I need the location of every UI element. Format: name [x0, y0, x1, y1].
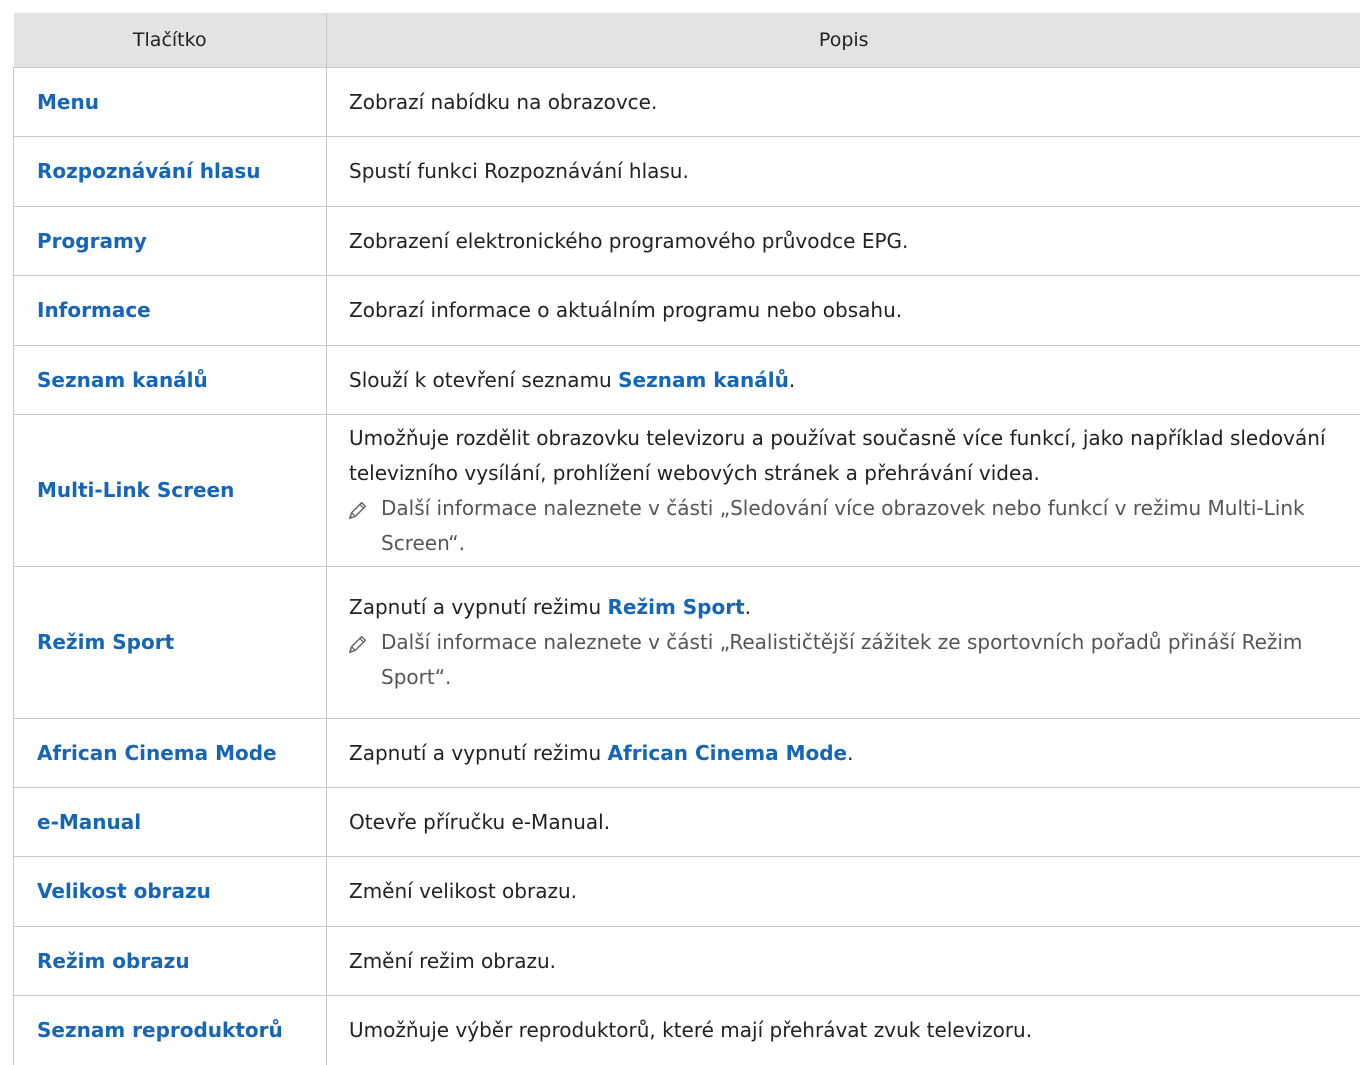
description-main: Umožňuje rozdělit obrazovku televizoru a… — [349, 426, 1326, 485]
table-row: Režim SportZapnutí a vypnutí režimu Reži… — [14, 567, 1360, 719]
button-name[interactable]: e-Manual — [14, 788, 327, 857]
description-text: Slouží k otevření seznamu Seznam kanálů. — [349, 363, 1351, 398]
description-link[interactable]: Seznam kanálů — [618, 368, 789, 392]
button-description: Zapnutí a vypnutí režimu African Cinema … — [327, 719, 1360, 788]
button-description: Umožňuje výběr reproduktorů, které mají … — [327, 996, 1360, 1065]
button-name[interactable]: Režim obrazu — [14, 927, 327, 996]
description-text: Umožňuje rozdělit obrazovku televizoru a… — [349, 421, 1351, 491]
description-main: Zapnutí a vypnutí režimu — [349, 741, 608, 765]
description-text: Změní velikost obrazu. — [349, 874, 1351, 909]
description-link[interactable]: Režim Sport — [608, 595, 745, 619]
table-row: Menu Zobrazí nabídku na obrazovce. — [14, 68, 1360, 137]
description-text: Zapnutí a vypnutí režimu Režim Sport. — [349, 590, 1351, 625]
table-row: Seznam reproduktorů Umožňuje výběr reprod… — [14, 996, 1360, 1065]
button-description: Zobrazí nabídku na obrazovce. — [327, 68, 1360, 137]
description-main: Spustí funkci Rozpoznávání hlasu. — [349, 159, 689, 183]
button-name[interactable]: Programy — [14, 207, 327, 276]
description-main: Zobrazí informace o aktuálním programu n… — [349, 298, 902, 322]
button-name[interactable]: Informace — [14, 276, 327, 346]
table-row: Velikost obrazu Změní velikost obrazu. — [14, 857, 1360, 927]
button-description: Zapnutí a vypnutí režimu Režim Sport.Dal… — [327, 567, 1360, 719]
note-text: Další informace naleznete v části „Reali… — [381, 625, 1351, 695]
description-text: Umožňuje výběr reproduktorů, které mají … — [349, 1013, 1351, 1048]
header-description: Popis — [327, 13, 1360, 68]
description-main: Zapnutí a vypnutí režimu — [349, 595, 608, 619]
button-description-table: Tlačítko Popis Menu Zobrazí nabídku na ob… — [13, 13, 1360, 1065]
description-text: Zobrazí nabídku na obrazovce. — [349, 85, 1351, 120]
table-row: e-Manual Otevře příručku e-Manual. — [14, 788, 1360, 857]
description-main: Změní režim obrazu. — [349, 949, 556, 973]
table-row: Programy Zobrazení elektronického program… — [14, 207, 1360, 276]
table-body: Menu Zobrazí nabídku na obrazovce. Rozpozn… — [14, 68, 1360, 1065]
table-row: Režim obrazu Změní režim obrazu. — [14, 927, 1360, 996]
button-name[interactable]: Seznam kanálů — [14, 346, 327, 415]
table-row: Rozpoznávání hlasu Spustí funkci Rozpozná… — [14, 137, 1360, 207]
description-end: . — [745, 595, 751, 619]
table-header-row: Tlačítko Popis — [14, 13, 1360, 68]
description-text: Změní režim obrazu. — [349, 944, 1351, 979]
note: Další informace naleznete v části „Reali… — [349, 625, 1351, 695]
table-row: African Cinema ModeZapnutí a vypnutí rež… — [14, 719, 1360, 788]
pencil-icon — [347, 497, 371, 532]
button-description: Umožňuje rozdělit obrazovku televizoru a… — [327, 415, 1360, 567]
description-main: Slouží k otevření seznamu — [349, 368, 618, 392]
button-description: Slouží k otevření seznamu Seznam kanálů. — [327, 346, 1360, 415]
button-name[interactable]: Menu — [14, 68, 327, 137]
button-description: Zobrazí informace o aktuálním programu n… — [327, 276, 1360, 346]
description-text: Zobrazí informace o aktuálním programu n… — [349, 293, 1351, 328]
description-main: Zobrazí nabídku na obrazovce. — [349, 90, 657, 114]
description-end: . — [847, 741, 853, 765]
description-text: Zobrazení elektronického programového pr… — [349, 224, 1351, 259]
note: Další informace naleznete v části „Sledo… — [349, 491, 1351, 561]
button-description: Změní velikost obrazu. — [327, 857, 1360, 927]
description-text: Zapnutí a vypnutí režimu African Cinema … — [349, 736, 1351, 771]
button-name[interactable]: Multi-Link Screen — [14, 415, 327, 567]
button-description: Otevře příručku e-Manual. — [327, 788, 1360, 857]
description-main: Otevře příručku e-Manual. — [349, 810, 610, 834]
table-row: Seznam kanálůSlouží k otevření seznamu S… — [14, 346, 1360, 415]
description-main: Zobrazení elektronického programového pr… — [349, 229, 908, 253]
button-name[interactable]: Velikost obrazu — [14, 857, 327, 927]
button-name[interactable]: Seznam reproduktorů — [14, 996, 327, 1065]
button-name[interactable]: Režim Sport — [14, 567, 327, 719]
button-description: Změní režim obrazu. — [327, 927, 1360, 996]
description-end: . — [789, 368, 795, 392]
description-main: Změní velikost obrazu. — [349, 879, 577, 903]
description-text: Otevře příručku e-Manual. — [349, 805, 1351, 840]
table-row: Informace Zobrazí informace o aktuálním p… — [14, 276, 1360, 346]
header-button: Tlačítko — [14, 13, 327, 68]
description-text: Spustí funkci Rozpoznávání hlasu. — [349, 154, 1351, 189]
note-text: Další informace naleznete v části „Sledo… — [381, 491, 1351, 561]
button-name[interactable]: African Cinema Mode — [14, 719, 327, 788]
table-row: Multi-Link Screen Umožňuje rozdělit obraz… — [14, 415, 1360, 567]
button-description: Spustí funkci Rozpoznávání hlasu. — [327, 137, 1360, 207]
description-link[interactable]: African Cinema Mode — [608, 741, 848, 765]
pencil-icon — [347, 631, 371, 666]
description-main: Umožňuje výběr reproduktorů, které mají … — [349, 1018, 1032, 1042]
button-description: Zobrazení elektronického programového pr… — [327, 207, 1360, 276]
button-name[interactable]: Rozpoznávání hlasu — [14, 137, 327, 207]
